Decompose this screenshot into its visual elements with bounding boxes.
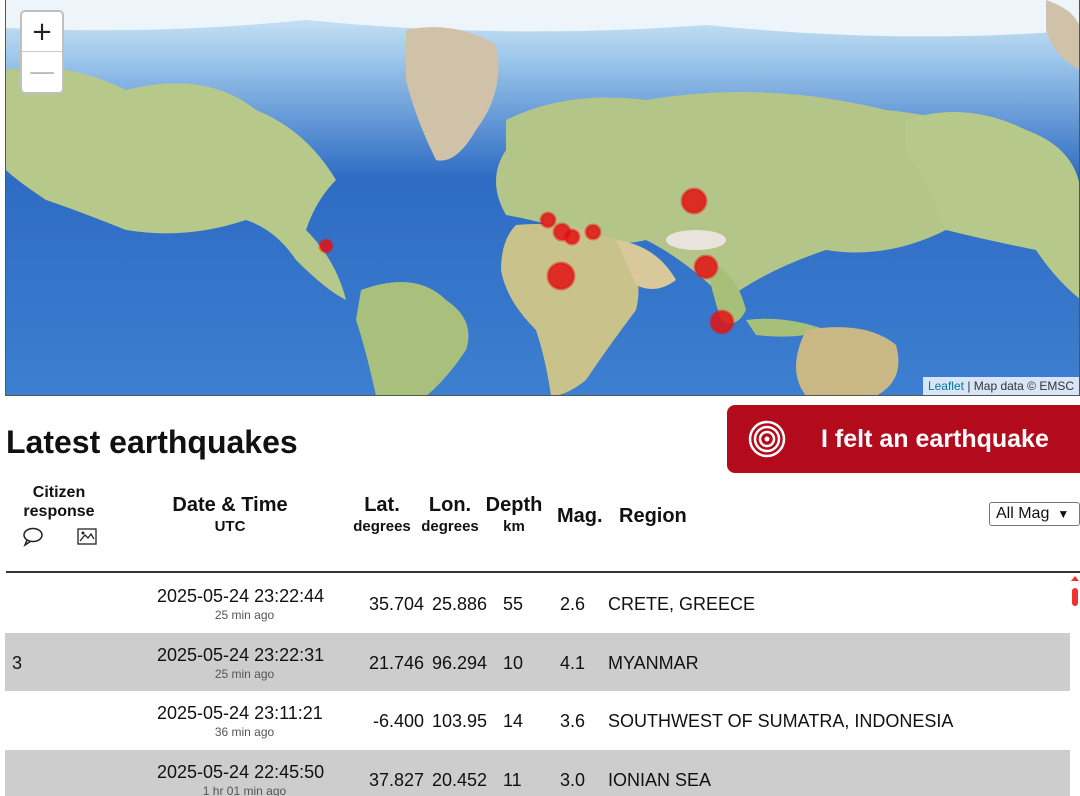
event-lat: 35.704 [368,594,424,614]
table-row[interactable]: 3 2025-05-24 23:22:31 25 min ago 21.746 … [5,632,1070,691]
event-mag: 3.6 [560,711,586,731]
lat-label: Lat. [364,494,400,516]
quake-marker[interactable] [539,211,557,229]
quake-marker[interactable] [546,261,576,291]
quake-marker[interactable] [680,187,708,215]
list-scrollbar[interactable] [1070,574,1080,796]
magnitude-filter-select[interactable]: All Mag ▼ [989,502,1080,526]
lat-unit: degrees [353,518,411,535]
seismic-rings-icon [748,420,786,458]
utc-label: UTC [214,518,246,535]
event-lat: -6.400 [372,711,424,731]
table-row[interactable]: 2025-05-24 23:22:44 25 min ago 35.704 25… [5,574,1070,633]
event-region: CRETE, GREECE [608,594,756,614]
scroll-thumb[interactable] [1072,588,1078,606]
column-date-time[interactable]: Date & Time UTC [160,494,300,538]
citizen-count: 3 [12,652,23,673]
event-lon: 96.294 [431,652,487,673]
earthquake-map[interactable]: + — Leaflet | Map data © EMSC [5,0,1080,396]
event-lat: 21.746 [368,652,424,673]
zoom-out-button[interactable]: — [22,52,62,92]
event-mag: 3.0 [560,769,586,790]
magnitude-filter-value: All Mag [996,505,1050,522]
event-datetime: 2025-05-24 22:45:50 [157,761,325,782]
felt-earthquake-button[interactable]: I felt an earthquake [727,405,1080,473]
chevron-down-icon: ▼ [1057,507,1070,521]
column-lat[interactable]: Lat. degrees [349,494,415,538]
quake-marker[interactable] [693,254,719,280]
event-ago: 25 min ago [214,666,275,681]
page-title: Latest earthquakes [6,424,298,460]
header-divider [6,571,1080,573]
earthquake-list: 2025-05-24 23:22:44 25 min ago 35.704 25… [5,574,1070,796]
lon-unit: degrees [421,518,479,535]
citizen-label: Citizen [32,484,86,501]
picture-icon[interactable] [76,527,98,552]
event-lon: 25.886 [431,594,487,614]
event-region: SOUTHWEST OF SUMATRA, INDONESIA [608,711,954,731]
date-time-label: Date & Time [172,494,288,516]
event-datetime: 2025-05-24 23:11:21 [157,703,323,723]
event-lon: 20.452 [431,769,487,790]
event-region: IONIAN SEA [608,769,712,790]
event-depth: 14 [503,711,524,731]
quake-marker[interactable] [709,309,735,335]
quake-marker[interactable] [584,223,602,241]
event-depth: 11 [503,769,522,790]
event-depth: 10 [503,652,524,673]
zoom-control: + — [20,10,64,94]
table-row[interactable]: 2025-05-24 22:45:50 1 hr 01 min ago 37.8… [5,749,1070,796]
table-row[interactable]: 2025-05-24 23:11:21 36 min ago -6.400 10… [5,691,1070,750]
comment-icon[interactable] [22,527,44,552]
event-mag: 4.1 [560,652,586,673]
lon-label: Lon. [428,494,472,516]
felt-button-label: I felt an earthquake [821,424,1049,453]
map-attribution: Leaflet | Map data © EMSC [922,377,1079,395]
event-ago: 36 min ago [214,725,275,739]
leaflet-link[interactable]: Leaflet [928,379,964,393]
response-label: response [23,503,95,520]
depth-unit: km [503,518,525,535]
column-depth[interactable]: Depth km [483,494,545,538]
event-datetime: 2025-05-24 23:22:44 [157,586,325,606]
column-region[interactable]: Region [619,505,687,528]
world-map-tiles[interactable] [6,0,1080,396]
event-ago: 1 hr 01 min ago [202,783,287,796]
event-lon: 103.95 [431,711,487,731]
quake-marker[interactable] [318,238,334,254]
event-lat: 37.827 [368,769,424,790]
column-lon[interactable]: Lon. degrees [416,494,484,538]
scroll-up-icon[interactable] [1071,576,1079,581]
event-mag: 2.6 [560,594,586,614]
column-mag[interactable]: Mag. [557,505,603,528]
event-ago: 25 min ago [214,608,275,622]
event-depth: 55 [503,594,524,614]
event-region: MYANMAR [608,652,699,673]
column-citizen-response: Citizen response [14,483,104,521]
event-datetime: 2025-05-24 23:22:31 [157,644,325,665]
zoom-in-button[interactable]: + [22,12,62,52]
attribution-text: | Map data © EMSC [967,379,1074,393]
citizen-icons [22,527,98,552]
depth-label: Depth [485,494,543,516]
quake-marker[interactable] [563,228,581,246]
